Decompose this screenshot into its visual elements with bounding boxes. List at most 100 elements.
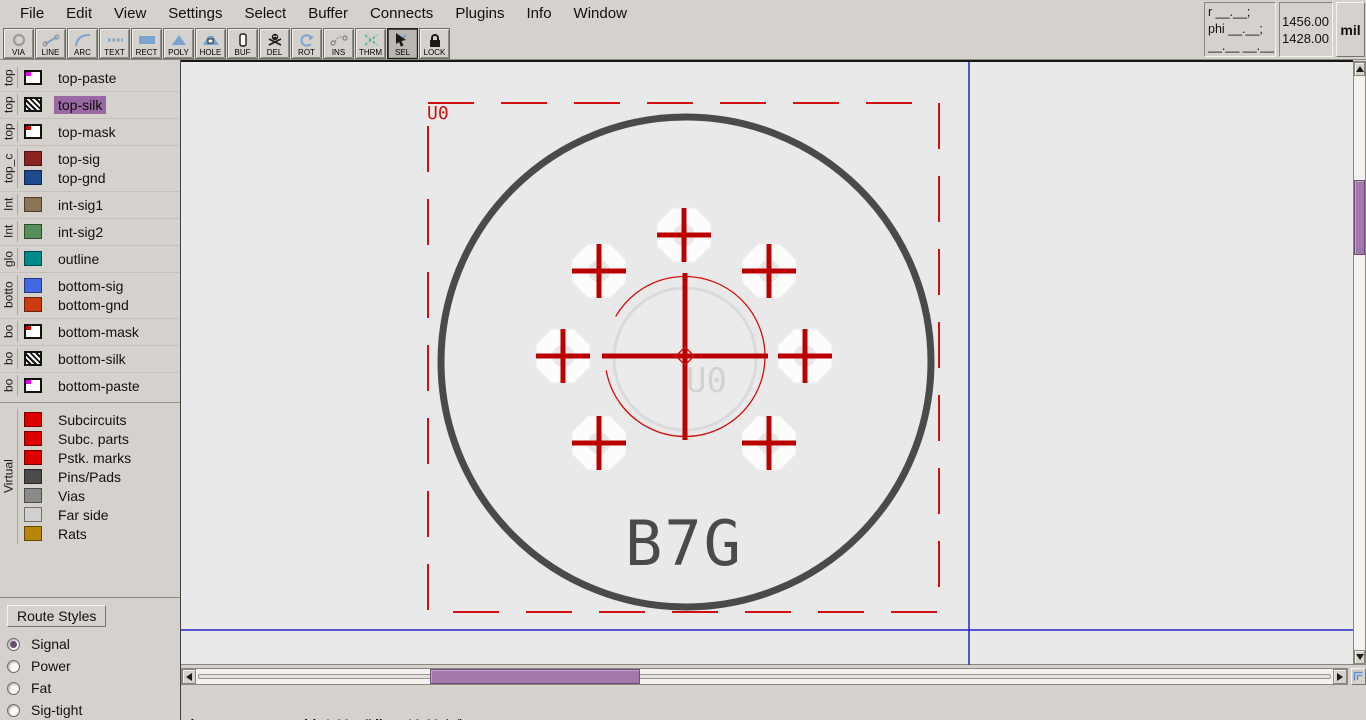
- layer-swatch[interactable]: [24, 278, 42, 293]
- layer-label[interactable]: int-sig2: [54, 223, 107, 241]
- layer-row[interactable]: top-gnd: [24, 168, 180, 187]
- layer-label[interactable]: bottom-mask: [54, 323, 143, 341]
- layer-label[interactable]: int-sig1: [54, 196, 107, 214]
- tool-del-button[interactable]: DEL: [259, 28, 290, 59]
- tool-buf-button[interactable]: BUF: [227, 28, 258, 59]
- radio-icon[interactable]: [7, 659, 20, 673]
- layer-row[interactable]: Subc. parts: [24, 429, 180, 448]
- layer-row[interactable]: Pstk. marks: [24, 448, 180, 467]
- layer-label[interactable]: top-mask: [54, 123, 120, 141]
- layer-swatch[interactable]: [24, 97, 42, 112]
- layer-label[interactable]: Subc. parts: [54, 430, 133, 448]
- pin-pad[interactable]: [777, 328, 833, 384]
- tool-rect-button[interactable]: RECT: [131, 28, 162, 59]
- menu-window[interactable]: Window: [563, 1, 638, 26]
- scroll-corner-button[interactable]: [1351, 668, 1366, 685]
- layer-swatch[interactable]: [24, 351, 42, 366]
- tool-hole-button[interactable]: HOLE: [195, 28, 226, 59]
- layer-row[interactable]: int-sig1: [24, 195, 180, 214]
- scroll-track[interactable]: [198, 674, 1331, 679]
- layer-swatch[interactable]: [24, 526, 42, 541]
- route-style-option-signal[interactable]: Signal: [0, 633, 180, 655]
- layer-row[interactable]: bottom-gnd: [24, 295, 180, 314]
- layer-label[interactable]: outline: [54, 250, 103, 268]
- menu-view[interactable]: View: [103, 1, 157, 26]
- menu-file[interactable]: File: [9, 1, 55, 26]
- layer-label[interactable]: bottom-sig: [54, 277, 127, 295]
- layer-swatch[interactable]: [24, 151, 42, 166]
- pcb-canvas[interactable]: U0 U0 B7G: [181, 60, 1353, 665]
- layer-swatch[interactable]: [24, 450, 42, 465]
- layer-swatch[interactable]: [24, 170, 42, 185]
- layer-label[interactable]: top-silk: [54, 95, 107, 114]
- layer-row[interactable]: bottom-silk: [24, 349, 180, 368]
- menu-info[interactable]: Info: [516, 1, 563, 26]
- layer-row[interactable]: Far side: [24, 505, 180, 524]
- route-style-option-fat[interactable]: Fat: [0, 677, 180, 699]
- tool-arc-button[interactable]: ARC: [67, 28, 98, 59]
- menu-buffer[interactable]: Buffer: [297, 1, 359, 26]
- layer-label[interactable]: top-sig: [54, 150, 104, 168]
- layer-label[interactable]: bottom-gnd: [54, 296, 133, 314]
- route-style-option-power[interactable]: Power: [0, 655, 180, 677]
- scroll-right-button[interactable]: [1333, 669, 1347, 684]
- route-styles-button[interactable]: Route Styles: [7, 605, 107, 627]
- pin-pad[interactable]: [535, 328, 591, 384]
- layer-row[interactable]: outline: [24, 249, 180, 268]
- menu-connects[interactable]: Connects: [359, 1, 444, 26]
- vertical-scrollbar[interactable]: [1353, 61, 1366, 665]
- pcb-drawing[interactable]: U0 U0 B7G: [181, 62, 1353, 665]
- scroll-left-button[interactable]: [182, 669, 196, 684]
- layer-row[interactable]: int-sig2: [24, 222, 180, 241]
- layer-label[interactable]: top-gnd: [54, 169, 109, 187]
- layer-swatch[interactable]: [24, 488, 42, 503]
- radio-icon[interactable]: [7, 681, 20, 695]
- layer-row[interactable]: top-sig: [24, 149, 180, 168]
- layer-swatch[interactable]: [24, 251, 42, 266]
- layer-label[interactable]: Subcircuits: [54, 411, 130, 429]
- layer-swatch[interactable]: [24, 197, 42, 212]
- layer-row[interactable]: top-paste: [24, 68, 180, 87]
- horizontal-scrollbar[interactable]: [181, 668, 1348, 685]
- layer-swatch[interactable]: [24, 224, 42, 239]
- layer-row[interactable]: bottom-sig: [24, 276, 180, 295]
- menu-select[interactable]: Select: [233, 1, 297, 26]
- menu-edit[interactable]: Edit: [55, 1, 103, 26]
- tool-sel-button[interactable]: SEL: [387, 28, 418, 59]
- horizontal-scroll-thumb[interactable]: [430, 669, 640, 684]
- layer-label[interactable]: Far side: [54, 506, 113, 524]
- route-style-option-sig-tight[interactable]: Sig-tight: [0, 699, 180, 720]
- refdes-label[interactable]: U0: [427, 103, 449, 124]
- layer-label[interactable]: Pstk. marks: [54, 449, 135, 467]
- layer-swatch[interactable]: [24, 431, 42, 446]
- scroll-up-button[interactable]: [1354, 62, 1365, 76]
- radio-icon[interactable]: [7, 637, 20, 651]
- menu-plugins[interactable]: Plugins: [444, 1, 515, 26]
- tool-line-button[interactable]: LINE: [35, 28, 66, 59]
- tool-lock-button[interactable]: LOCK: [419, 28, 450, 59]
- pin-pad[interactable]: [571, 415, 627, 471]
- layer-label[interactable]: Rats: [54, 525, 91, 543]
- menu-settings[interactable]: Settings: [157, 1, 233, 26]
- tool-poly-button[interactable]: POLY: [163, 28, 194, 59]
- pin-pad[interactable]: [571, 243, 627, 299]
- layer-label[interactable]: Pins/Pads: [54, 468, 125, 486]
- layer-swatch[interactable]: [24, 378, 42, 393]
- silk-text-label[interactable]: B7G: [625, 507, 743, 580]
- layer-swatch[interactable]: [24, 507, 42, 522]
- layer-row[interactable]: Rats: [24, 524, 180, 543]
- tool-via-button[interactable]: VIA: [3, 28, 34, 59]
- pin-pad[interactable]: [656, 207, 712, 263]
- scroll-down-button[interactable]: [1354, 650, 1365, 664]
- layer-row[interactable]: bottom-mask: [24, 322, 180, 341]
- vertical-scroll-thumb[interactable]: [1354, 180, 1365, 255]
- layer-row[interactable]: bottom-paste: [24, 376, 180, 395]
- layer-label[interactable]: Vias: [54, 487, 89, 505]
- layer-row[interactable]: Vias: [24, 486, 180, 505]
- pin-pad[interactable]: [741, 415, 797, 471]
- layer-swatch[interactable]: [24, 469, 42, 484]
- layer-swatch[interactable]: [24, 70, 42, 85]
- layer-label[interactable]: bottom-paste: [54, 377, 144, 395]
- layer-row[interactable]: top-silk: [24, 95, 180, 114]
- layer-row[interactable]: top-mask: [24, 122, 180, 141]
